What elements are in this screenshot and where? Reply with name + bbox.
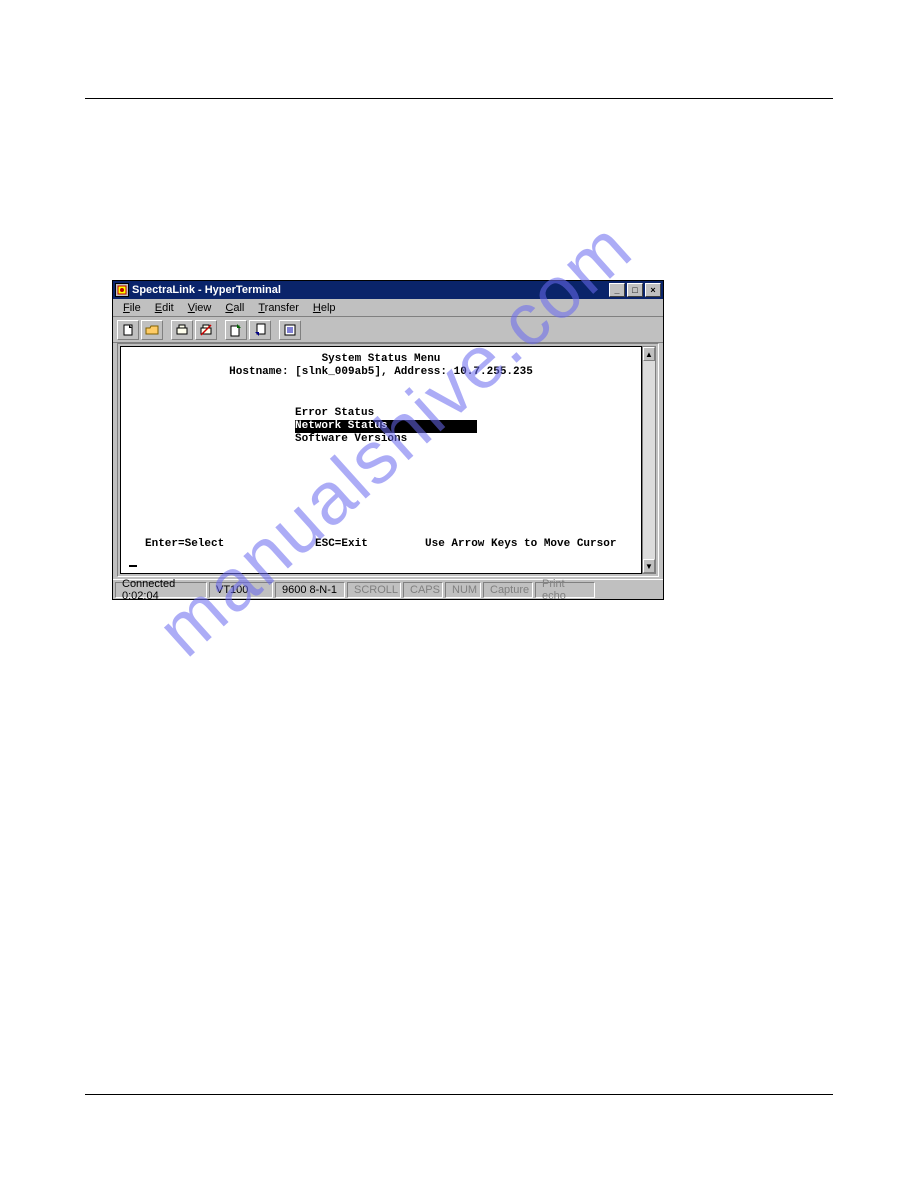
terminal-hints: Enter=Select ESC=Exit Use Arrow Keys to … (145, 538, 617, 551)
terminal-hostline: Hostname: [slnk_009ab5], Address: 10.7.2… (129, 366, 633, 379)
toolbar-receive-button[interactable] (249, 320, 271, 340)
top-divider (85, 98, 833, 99)
hint-enter: Enter=Select (145, 538, 315, 551)
menubar: File Edit View Call Transfer Help (113, 299, 663, 317)
toolbar-connect-button[interactable] (171, 320, 193, 340)
toolbar-new-button[interactable] (117, 320, 139, 340)
hint-arrows: Use Arrow Keys to Move Cursor (425, 538, 616, 551)
menu-transfer[interactable]: Transfer (252, 301, 305, 315)
maximize-button[interactable]: □ (627, 283, 643, 297)
toolbar (113, 317, 663, 343)
app-icon (115, 283, 129, 297)
minimize-button[interactable]: _ (609, 283, 625, 297)
menu-item-software-versions[interactable]: Software Versions (295, 433, 633, 446)
hint-esc: ESC=Exit (315, 538, 425, 551)
status-printecho: Print echo (535, 582, 595, 598)
status-caps: CAPS (403, 582, 443, 598)
close-button[interactable]: × (645, 283, 661, 297)
scroll-up-button[interactable]: ▲ (643, 347, 655, 361)
vertical-scrollbar[interactable]: ▲ ▼ (642, 346, 656, 574)
menu-file-label: ile (130, 302, 141, 314)
menu-call-label: all (233, 302, 244, 314)
terminal-cursor (129, 565, 137, 567)
status-capture: Capture (483, 582, 533, 598)
menu-item-error-status[interactable]: Error Status (295, 407, 633, 420)
menu-view[interactable]: View (182, 301, 218, 315)
menu-edit[interactable]: Edit (149, 301, 180, 315)
bottom-divider (85, 1094, 833, 1095)
menu-edit-label: dit (162, 302, 174, 314)
toolbar-open-button[interactable] (141, 320, 163, 340)
menu-help[interactable]: Help (307, 301, 342, 315)
menu-call[interactable]: Call (219, 301, 250, 315)
scroll-down-button[interactable]: ▼ (643, 559, 655, 573)
status-connected: Connected 0:02:04 (115, 582, 207, 598)
toolbar-properties-button[interactable] (279, 320, 301, 340)
window-title: SpectraLink - HyperTerminal (132, 284, 609, 296)
menu-help-label: elp (321, 302, 336, 314)
terminal-screen[interactable]: System Status Menu Hostname: [slnk_009ab… (120, 346, 642, 574)
toolbar-disconnect-button[interactable] (195, 320, 217, 340)
toolbar-send-button[interactable] (225, 320, 247, 340)
status-scroll: SCROLL (347, 582, 401, 598)
statusbar: Connected 0:02:04 VT100 9600 8-N-1 SCROL… (113, 579, 663, 599)
terminal-heading: System Status Menu (129, 353, 633, 366)
titlebar: SpectraLink - HyperTerminal _ □ × (113, 281, 663, 299)
menu-file[interactable]: File (117, 301, 147, 315)
status-emulation: VT100 (209, 582, 273, 598)
status-num: NUM (445, 582, 481, 598)
menu-item-network-status[interactable]: Network Status (295, 420, 477, 433)
status-settings: 9600 8-N-1 (275, 582, 345, 598)
menu-transfer-label: ransfer (265, 302, 299, 314)
hyperterminal-window: SpectraLink - HyperTerminal _ □ × File E… (112, 280, 664, 600)
menu-view-label: iew (195, 302, 212, 314)
terminal-frame: System Status Menu Hostname: [slnk_009ab… (117, 343, 659, 577)
